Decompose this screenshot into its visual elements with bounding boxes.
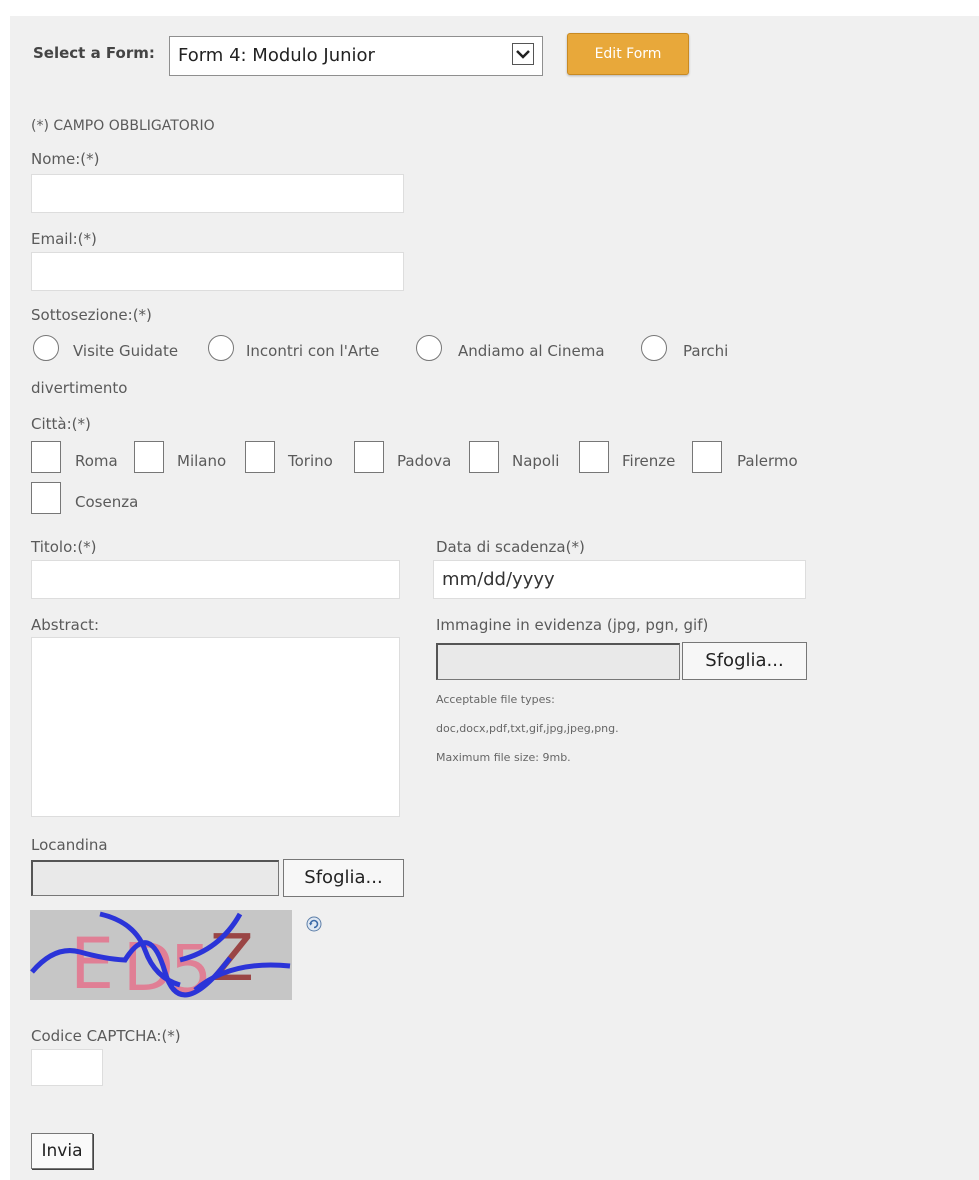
immagine-browse-button[interactable]: Sfoglia... (682, 642, 807, 680)
sottosezione-label: Sottosezione:(*) (31, 306, 152, 324)
max-file-size: Maximum file size: 9mb. (436, 751, 571, 764)
data-scadenza-placeholder: mm/dd/yyyy (442, 569, 555, 590)
checkbox-padova[interactable] (354, 441, 384, 473)
captcha-input[interactable] (31, 1049, 103, 1086)
refresh-icon[interactable] (306, 916, 322, 932)
form-select[interactable]: Form 4: Modulo Junior (169, 36, 543, 76)
checkbox-label-napoli: Napoli (512, 452, 560, 470)
chevron-down-icon[interactable] (512, 43, 534, 65)
citta-label: Città:(*) (31, 415, 91, 433)
radio-label-parchi: Parchi (683, 342, 729, 360)
captcha-glyph-d: D (123, 929, 174, 1000)
data-scadenza-label: Data di scadenza(*) (436, 538, 585, 556)
data-scadenza-input[interactable]: mm/dd/yyyy (433, 560, 806, 599)
file-types-label: Acceptable file types: (436, 693, 555, 706)
checkbox-label-palermo: Palermo (737, 452, 798, 470)
checkbox-milano[interactable] (134, 441, 164, 473)
form-select-value: Form 4: Modulo Junior (178, 45, 375, 66)
radio-visite-guidate[interactable] (33, 335, 59, 361)
immagine-file-input[interactable] (436, 643, 680, 680)
locandina-file-input[interactable] (31, 860, 279, 896)
checkbox-label-torino: Torino (288, 452, 333, 470)
file-types-list: doc,docx,pdf,txt,gif,jpg,jpeg,png. (436, 722, 619, 735)
checkbox-label-cosenza: Cosenza (75, 493, 139, 511)
email-input[interactable] (31, 252, 404, 291)
checkbox-label-milano: Milano (177, 452, 227, 470)
radio-andiamo-al-cinema[interactable] (416, 335, 442, 361)
nome-input[interactable] (31, 174, 404, 213)
radio-label-divertimento: divertimento (31, 379, 128, 397)
submit-button[interactable]: Invia (31, 1133, 93, 1169)
checkbox-label-roma: Roma (75, 452, 118, 470)
abstract-label: Abstract: (31, 616, 100, 634)
abstract-textarea[interactable] (31, 637, 400, 817)
titolo-input[interactable] (31, 560, 400, 599)
edit-form-button[interactable]: Edit Form (567, 33, 689, 75)
nome-label: Nome:(*) (31, 150, 100, 168)
checkbox-napoli[interactable] (469, 441, 499, 473)
radio-incontri-con-arte[interactable] (208, 335, 234, 361)
checkbox-cosenza[interactable] (31, 482, 61, 514)
immagine-label: Immagine in evidenza (jpg, pgn, gif) (436, 616, 709, 634)
checkbox-label-firenze: Firenze (622, 452, 676, 470)
select-form-label: Select a Form: (33, 44, 155, 62)
checkbox-roma[interactable] (31, 441, 61, 473)
captcha-glyph-e: E (70, 923, 114, 1000)
captcha-label: Codice CAPTCHA:(*) (31, 1027, 181, 1045)
radio-label-visite-guidate: Visite Guidate (73, 342, 179, 360)
captcha-glyph-z: Z (210, 922, 254, 996)
checkbox-palermo[interactable] (692, 441, 722, 473)
checkbox-torino[interactable] (245, 441, 275, 473)
radio-label-incontri-con-arte: Incontri con l'Arte (246, 342, 380, 360)
required-note: (*) CAMPO OBBLIGATORIO (31, 118, 215, 134)
locandina-browse-button[interactable]: Sfoglia... (283, 859, 404, 897)
radio-parchi-divertimento[interactable] (641, 335, 667, 361)
titolo-label: Titolo:(*) (31, 538, 97, 556)
radio-label-andiamo-al-cinema: Andiamo al Cinema (458, 342, 605, 360)
captcha-image: E D 5 Z (30, 910, 292, 1000)
locandina-label: Locandina (31, 836, 108, 854)
checkbox-firenze[interactable] (579, 441, 609, 473)
email-label: Email:(*) (31, 230, 97, 248)
checkbox-label-padova: Padova (397, 452, 452, 470)
